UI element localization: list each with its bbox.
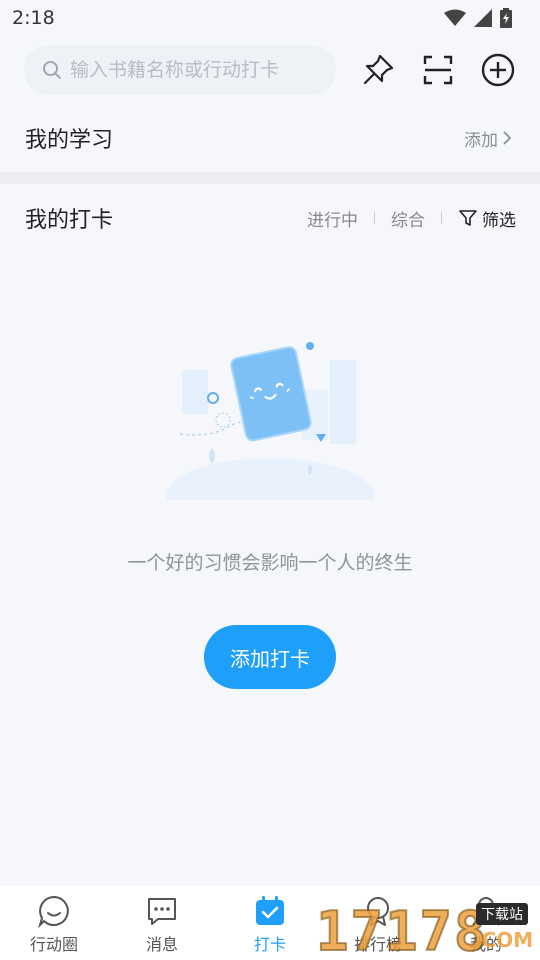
funnel-icon xyxy=(459,210,477,226)
checkin-filters: 进行中 综合 筛选 xyxy=(307,206,516,231)
watermark-suffix: .COM xyxy=(474,928,534,952)
pin-button[interactable] xyxy=(358,50,398,90)
chat-bubble-icon xyxy=(37,894,71,928)
tab-label: 消息 xyxy=(145,935,178,954)
chevron-right-icon xyxy=(503,131,512,145)
battery-charging-icon xyxy=(500,8,512,28)
tab-checkin[interactable]: 打卡 xyxy=(216,886,324,960)
filter-button[interactable]: 筛选 xyxy=(458,206,516,231)
tab-label: 行动圈 xyxy=(29,935,78,954)
watermark-badge: 下载站 xyxy=(476,903,528,925)
calendar-check-icon xyxy=(253,894,287,928)
tab-label: 打卡 xyxy=(253,935,286,954)
scan-icon xyxy=(423,55,453,85)
scan-button[interactable] xyxy=(418,50,458,90)
search-input[interactable] xyxy=(70,59,320,81)
pin-icon xyxy=(363,54,394,85)
add-study-link[interactable]: 添加 xyxy=(464,126,512,151)
watermark-number: 17178 xyxy=(315,899,489,960)
tab-action-circle[interactable]: 行动圈 xyxy=(0,886,108,960)
filter-button-label: 筛选 xyxy=(482,210,516,231)
cellular-signal-icon xyxy=(474,9,492,27)
watermark-logo: 17178 下载站 .COM xyxy=(315,899,540,960)
study-section-title: 我的学习 xyxy=(25,128,114,153)
filter-overall[interactable]: 综合 xyxy=(391,206,425,231)
status-bar: 2:18 xyxy=(0,0,540,36)
tab-messages[interactable]: 消息 xyxy=(108,886,216,960)
add-study-label: 添加 xyxy=(464,130,498,151)
add-button[interactable] xyxy=(478,50,518,90)
status-icons xyxy=(444,8,512,28)
filter-separator xyxy=(374,212,375,224)
checkin-section: 我的打卡 进行中 综合 筛选 xyxy=(0,188,540,248)
checkin-section-title: 我的打卡 xyxy=(25,208,114,233)
filter-separator xyxy=(441,212,442,224)
top-bar xyxy=(0,44,540,98)
filter-in-progress[interactable]: 进行中 xyxy=(307,206,358,231)
empty-state-illustration xyxy=(166,342,374,500)
search-icon xyxy=(43,61,61,79)
status-time: 2:18 xyxy=(12,7,55,29)
study-section: 我的学习 添加 xyxy=(0,104,540,172)
empty-state-slogan: 一个好的习惯会影响一个人的终生 xyxy=(127,552,413,574)
search-box[interactable] xyxy=(24,45,336,95)
message-icon xyxy=(145,894,179,928)
add-checkin-button[interactable]: 添加打卡 xyxy=(204,625,336,689)
section-divider xyxy=(0,172,540,184)
wifi-icon xyxy=(444,9,466,26)
add-circle-icon xyxy=(481,53,515,87)
